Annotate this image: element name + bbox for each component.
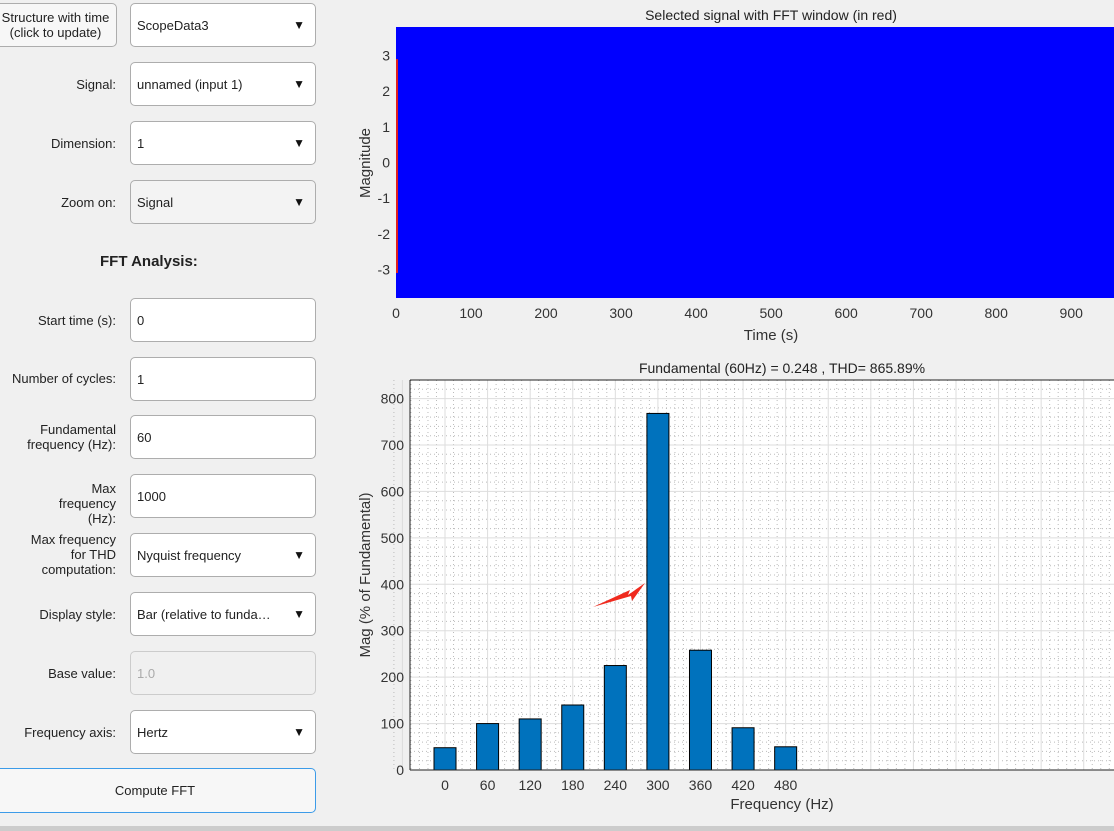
x-tick-label: 700 — [910, 305, 934, 321]
y-tick-label: 500 — [381, 530, 405, 546]
bar — [476, 723, 500, 771]
signal-value: unnamed (input 1) — [137, 76, 243, 92]
x-tick-label: 800 — [985, 305, 1009, 321]
y-tick-label: -1 — [378, 190, 391, 206]
max-frequency-label: Max frequency (Hz): — [58, 481, 116, 526]
start-time-input[interactable]: 0 — [130, 298, 316, 342]
structure-update-button[interactable]: Structure with time (click to update) — [0, 3, 117, 47]
frequency-axis-value: Hertz — [137, 724, 169, 740]
dropdown-arrow-icon: ▼ — [293, 195, 305, 209]
dropdown-arrow-icon: ▼ — [293, 18, 305, 32]
cycles-input[interactable]: 1 — [130, 357, 316, 401]
x-tick-label: 900 — [1060, 305, 1084, 321]
bar — [433, 747, 457, 771]
structure-value: ScopeData3 — [137, 17, 209, 33]
max-frequency-value: 1000 — [137, 488, 166, 504]
start-time-label: Start time (s): — [37, 313, 116, 328]
signal-dropdown[interactable]: unnamed (input 1) ▼ — [130, 62, 316, 106]
cycles-value: 1 — [137, 371, 145, 387]
x-axis-label: Frequency (Hz) — [730, 796, 833, 813]
y-tick-label: 100 — [381, 716, 405, 732]
y-axis-label: Magnitude — [357, 128, 374, 198]
x-tick-label: 180 — [561, 777, 585, 793]
dimension-dropdown[interactable]: 1 ▼ — [130, 121, 316, 165]
zoom-value: Signal — [137, 194, 174, 210]
y-tick-label: 400 — [381, 576, 405, 592]
cycles-label: Number of cycles: — [11, 371, 116, 386]
y-tick-label: 2 — [382, 83, 390, 99]
x-tick-label: 480 — [774, 777, 798, 793]
x-tick-label: 200 — [534, 305, 558, 321]
dimension-value: 1 — [137, 135, 145, 151]
x-tick-label: 300 — [609, 305, 633, 321]
base-value: 1.0 — [137, 665, 156, 681]
frequency-axis-dropdown[interactable]: Hertz ▼ — [130, 710, 316, 754]
dropdown-arrow-icon: ▼ — [293, 77, 305, 91]
bar — [561, 704, 585, 771]
x-tick-label: 0 — [441, 777, 449, 793]
compute-fft-button[interactable]: Compute FFT — [0, 768, 316, 813]
base-value-label: Base value: — [48, 666, 116, 681]
signal-label: Signal: — [76, 77, 116, 92]
top-chart-title: Selected signal with FFT window (in red) — [645, 7, 897, 23]
bar — [518, 718, 542, 771]
y-tick-label: -2 — [378, 226, 391, 242]
x-tick-label: 500 — [759, 305, 783, 321]
start-time-value: 0 — [137, 312, 145, 328]
dropdown-arrow-icon: ▼ — [293, 136, 305, 150]
x-axis-label: Time (s) — [744, 327, 798, 344]
y-tick-label: 0 — [396, 762, 404, 778]
zoom-dropdown[interactable]: Signal ▼ — [130, 180, 316, 224]
fundamental-value: 60 — [137, 429, 152, 445]
bar — [646, 412, 670, 771]
y-tick-label: 600 — [381, 483, 405, 499]
thd-frequency-dropdown[interactable]: Nyquist frequency ▼ — [130, 533, 316, 577]
y-tick-label: 1 — [382, 119, 390, 135]
x-tick-label: 420 — [731, 777, 755, 793]
base-value-input: 1.0 — [130, 651, 316, 695]
y-tick-label: 800 — [381, 391, 405, 407]
x-tick-label: 400 — [684, 305, 708, 321]
dropdown-arrow-icon: ▼ — [293, 548, 305, 562]
bar — [731, 727, 755, 771]
y-tick-label: 0 — [382, 155, 390, 171]
x-tick-label: 240 — [604, 777, 628, 793]
y-tick-label: 3 — [382, 48, 390, 64]
display-style-label: Display style: — [39, 607, 116, 622]
x-tick-label: 600 — [834, 305, 858, 321]
y-tick-label: 300 — [381, 623, 405, 639]
dimension-label: Dimension: — [50, 136, 116, 151]
display-style-value: Bar (relative to funda… — [137, 606, 271, 622]
dropdown-arrow-icon: ▼ — [293, 725, 305, 739]
x-tick-label: 100 — [459, 305, 483, 321]
max-frequency-input[interactable]: 1000 — [130, 474, 316, 518]
x-tick-label: 60 — [480, 777, 496, 793]
bar — [774, 746, 798, 771]
zoom-label: Zoom on: — [61, 195, 116, 210]
y-tick-label: 200 — [381, 669, 405, 685]
bar — [688, 649, 712, 771]
fundamental-label: Fundamental frequency (Hz): — [27, 422, 116, 452]
structure-dropdown[interactable]: ScopeData3 ▼ — [130, 3, 316, 47]
dropdown-arrow-icon: ▼ — [293, 607, 305, 621]
bar — [603, 665, 627, 771]
frequency-axis-label: Frequency axis: — [24, 725, 116, 740]
fft-analysis-heading: FFT Analysis: — [100, 253, 198, 270]
display-style-dropdown[interactable]: Bar (relative to funda… ▼ — [130, 592, 316, 636]
bottom-chart-title: Fundamental (60Hz) = 0.248 , THD= 865.89… — [639, 360, 925, 376]
thd-frequency-label: Max frequency for THD computation: — [30, 532, 116, 577]
x-tick-label: 300 — [646, 777, 670, 793]
x-tick-label: 0 — [392, 305, 400, 321]
fundamental-input[interactable]: 60 — [130, 415, 316, 459]
x-tick-label: 120 — [518, 777, 542, 793]
y-tick-label: -3 — [378, 261, 391, 277]
y-tick-label: 700 — [381, 437, 405, 453]
x-tick-label: 360 — [689, 777, 713, 793]
charts-area: Selected signal with FFT window (in red)… — [357, 7, 1114, 813]
thd-frequency-value: Nyquist frequency — [137, 547, 242, 563]
y-axis-label: Mag (% of Fundamental) — [357, 492, 374, 657]
signal-area — [396, 27, 1114, 298]
